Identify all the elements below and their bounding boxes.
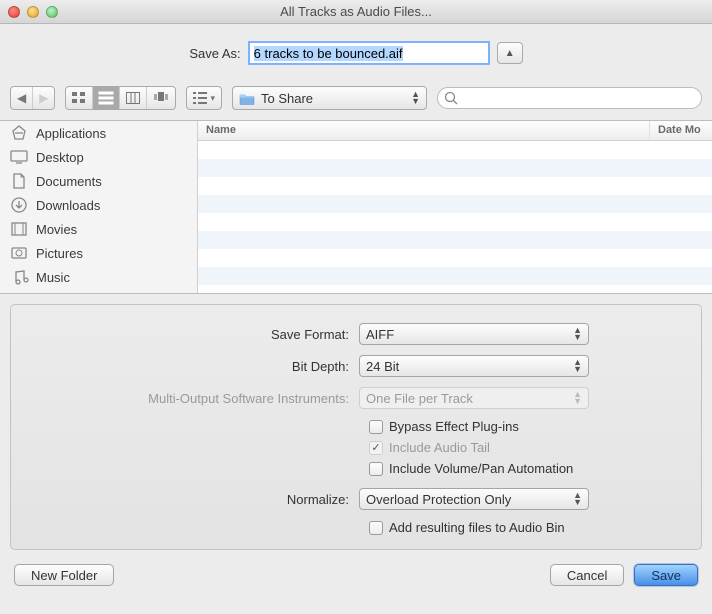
sidebar-item-downloads[interactable]: Downloads [0, 193, 197, 217]
arrange-button[interactable]: ▾ [187, 87, 221, 109]
column-name[interactable]: Name [198, 121, 650, 140]
volpan-checkbox[interactable] [369, 462, 383, 476]
icon-view-button[interactable] [66, 87, 93, 109]
columns-icon [126, 92, 140, 104]
sidebar-item-label: Pictures [36, 246, 83, 261]
chevron-up-icon: ▲ [505, 48, 515, 59]
file-browser: Applications Desktop Documents Downloads… [0, 121, 712, 294]
music-icon [10, 269, 28, 285]
documents-icon [10, 173, 28, 189]
coverflow-view-button[interactable] [147, 87, 175, 109]
window-controls [8, 6, 58, 18]
select-value: AIFF [366, 327, 394, 342]
save-as-input[interactable] [249, 42, 489, 64]
expand-browser-button[interactable]: ▲ [497, 42, 523, 64]
export-options: Save Format: AIFF ▲▼ Bit Depth: 24 Bit ▲… [10, 304, 702, 550]
desktop-icon [10, 149, 28, 165]
bypass-checkbox[interactable] [369, 420, 383, 434]
titlebar: All Tracks as Audio Files... [0, 0, 712, 24]
arrange-menu[interactable]: ▾ [186, 86, 222, 110]
location-popup[interactable]: To Share ▲▼ [232, 86, 427, 110]
minimize-window-button[interactable] [27, 6, 39, 18]
select-value: One File per Track [366, 391, 473, 406]
sidebar-item-movies[interactable]: Movies [0, 217, 197, 241]
list-body[interactable] [198, 141, 712, 293]
normalize-select[interactable]: Overload Protection Only ▲▼ [359, 488, 589, 510]
multi-output-select: One File per Track ▲▼ [359, 387, 589, 409]
coverflow-icon [153, 92, 169, 104]
save-button[interactable]: Save [634, 564, 698, 586]
list-icon [99, 92, 113, 104]
list-row [198, 177, 712, 195]
sidebar-item-label: Documents [36, 174, 102, 189]
updown-icon: ▲▼ [573, 391, 582, 405]
list-row [198, 267, 712, 285]
new-folder-button[interactable]: New Folder [14, 564, 114, 586]
save-format-label: Save Format: [29, 327, 359, 342]
back-button[interactable]: ◀ [11, 87, 33, 109]
sidebar-item-music[interactable]: Music [0, 265, 197, 289]
sidebar: Applications Desktop Documents Downloads… [0, 121, 198, 293]
updown-icon: ▲▼ [573, 327, 582, 341]
list-row [198, 249, 712, 267]
pictures-icon [10, 245, 28, 261]
cancel-button[interactable]: Cancel [550, 564, 624, 586]
volpan-label: Include Volume/Pan Automation [389, 461, 573, 476]
updown-icon: ▲▼ [573, 492, 582, 506]
column-date[interactable]: Date Mo [650, 121, 712, 140]
include-tail-label: Include Audio Tail [389, 440, 490, 455]
zoom-window-button[interactable] [46, 6, 58, 18]
include-tail-checkbox: ✓ [369, 441, 383, 455]
list-header: Name Date Mo [198, 121, 712, 141]
search-icon [444, 91, 458, 105]
search-wrap [437, 87, 702, 109]
movies-icon [10, 221, 28, 237]
sidebar-item-label: Movies [36, 222, 77, 237]
forward-button[interactable]: ▶ [33, 87, 54, 109]
list-view-button[interactable] [93, 87, 120, 109]
column-view-button[interactable] [120, 87, 147, 109]
close-window-button[interactable] [8, 6, 20, 18]
list-row [198, 159, 712, 177]
sidebar-item-documents[interactable]: Documents [0, 169, 197, 193]
nav-buttons: ◀ ▶ [10, 86, 55, 110]
sidebar-item-label: Downloads [36, 198, 100, 213]
location-name: To Share [261, 91, 313, 106]
file-list: Name Date Mo [198, 121, 712, 293]
sidebar-item-desktop[interactable]: Desktop [0, 145, 197, 169]
bit-depth-label: Bit Depth: [29, 359, 359, 374]
select-value: Overload Protection Only [366, 492, 511, 507]
normalize-label: Normalize: [29, 492, 359, 507]
updown-icon: ▲▼ [411, 91, 420, 105]
add-to-bin-checkbox[interactable] [369, 521, 383, 535]
select-value: 24 Bit [366, 359, 399, 374]
list-row [198, 213, 712, 231]
add-to-bin-label: Add resulting files to Audio Bin [389, 520, 565, 535]
window-title: All Tracks as Audio Files... [0, 4, 712, 19]
multi-output-label: Multi-Output Software Instruments: [29, 391, 359, 406]
list-row [198, 195, 712, 213]
dialog-footer: New Folder Cancel Save [0, 560, 712, 600]
downloads-icon [10, 197, 28, 213]
updown-icon: ▲▼ [573, 359, 582, 373]
save-as-label: Save As: [189, 46, 240, 61]
browser-toolbar: ◀ ▶ ▾ To Share ▲▼ [0, 80, 712, 121]
arrange-icon [193, 92, 207, 104]
bypass-label: Bypass Effect Plug-ins [389, 419, 519, 434]
grid-icon [72, 92, 86, 104]
folder-icon [239, 92, 255, 105]
sidebar-item-pictures[interactable]: Pictures [0, 241, 197, 265]
sidebar-item-label: Desktop [36, 150, 84, 165]
sidebar-item-label: Music [36, 270, 70, 285]
save-format-select[interactable]: AIFF ▲▼ [359, 323, 589, 345]
applications-icon [10, 125, 28, 141]
save-as-row: Save As: ▲ [0, 24, 712, 80]
search-input[interactable] [437, 87, 702, 109]
bit-depth-select[interactable]: 24 Bit ▲▼ [359, 355, 589, 377]
sidebar-item-applications[interactable]: Applications [0, 121, 197, 145]
list-row [198, 141, 712, 159]
view-mode-buttons [65, 86, 176, 110]
list-row [198, 231, 712, 249]
sidebar-item-label: Applications [36, 126, 106, 141]
